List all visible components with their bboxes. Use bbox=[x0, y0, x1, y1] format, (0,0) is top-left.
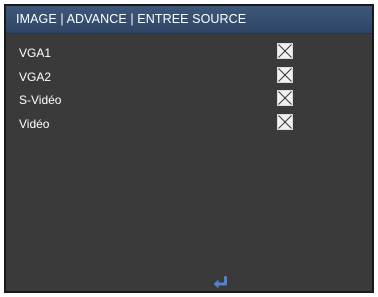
cross-check-icon bbox=[278, 67, 292, 82]
source-row-vga1[interactable]: VGA1 bbox=[6, 42, 372, 66]
source-row-video[interactable]: Vidéo bbox=[6, 113, 372, 137]
osd-menu-window: IMAGE | ADVANCE | ENTREE SOURCE VGA1 VGA… bbox=[4, 4, 374, 293]
cross-check-icon bbox=[278, 115, 292, 129]
enter-return-icon[interactable] bbox=[211, 276, 229, 290]
menu-breadcrumb-title: IMAGE | ADVANCE | ENTREE SOURCE bbox=[16, 12, 247, 26]
source-label-vga1: VGA1 bbox=[19, 46, 52, 60]
source-label-vga2: VGA2 bbox=[19, 69, 52, 84]
title-bar: IMAGE | ADVANCE | ENTREE SOURCE bbox=[6, 6, 372, 34]
input-source-list: VGA1 VGA2 S-Vidéo Vidéo bbox=[6, 42, 372, 137]
source-label-s-video: S-Vidéo bbox=[19, 93, 62, 108]
source-checkbox-vga2[interactable] bbox=[277, 66, 293, 83]
cross-check-icon bbox=[278, 91, 292, 106]
source-checkbox-vga1[interactable] bbox=[277, 43, 293, 59]
source-checkbox-video[interactable] bbox=[277, 114, 293, 131]
source-label-video: Vidéo bbox=[19, 117, 50, 132]
source-row-vga2[interactable]: VGA2 bbox=[6, 66, 372, 90]
source-checkbox-s-video[interactable] bbox=[277, 90, 293, 107]
cross-check-icon bbox=[278, 44, 292, 58]
source-row-s-video[interactable]: S-Vidéo bbox=[6, 89, 372, 113]
